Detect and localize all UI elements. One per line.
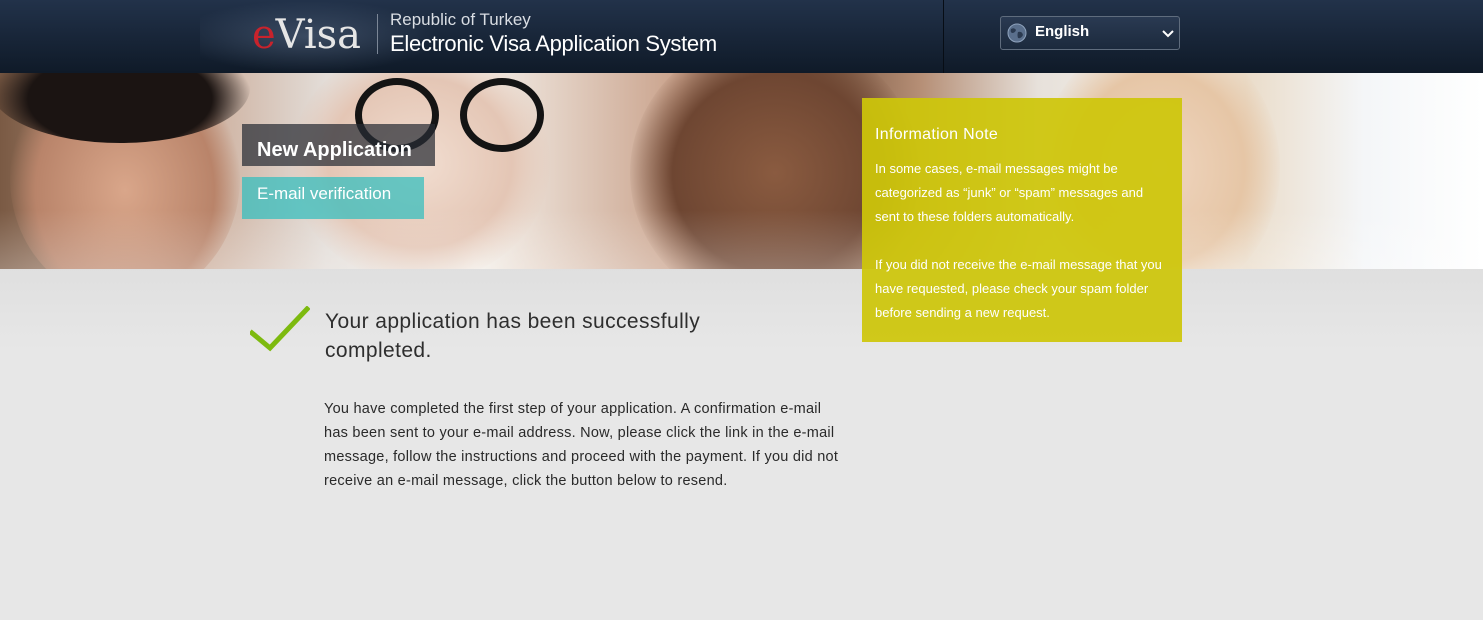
hero-banner: New Application E-mail verification: [0, 73, 1483, 269]
information-note-paragraph-2: If you did not receive the e-mail messag…: [875, 257, 1162, 320]
header-title: Electronic Visa Application System: [390, 31, 717, 56]
evisa-logo[interactable]: eVisa: [252, 10, 361, 60]
logo-separator: [377, 14, 378, 54]
success-message: Your application has been successfully c…: [325, 310, 701, 362]
header-subtitle: Republic of Turkey: [390, 10, 531, 29]
information-note: Information Note In some cases, e-mail m…: [862, 98, 1182, 342]
globe-icon: [1007, 23, 1027, 43]
language-label: English: [1035, 23, 1090, 40]
logo-e: e: [252, 12, 276, 58]
language-select[interactable]: English: [1000, 16, 1180, 50]
header-divider: [943, 0, 944, 73]
section-title: New Application: [242, 124, 435, 166]
chevron-down-icon: [1162, 30, 1174, 38]
logo-visa: Visa: [275, 12, 362, 58]
information-note-title: Information Note: [875, 126, 999, 143]
information-note-paragraph-1: In some cases, e-mail messages might be …: [875, 161, 1144, 224]
step-label: E-mail verification: [242, 177, 424, 219]
checkmark-icon: [250, 306, 310, 352]
confirmation-instructions: You have completed the first step of you…: [324, 401, 839, 489]
banner-fade: [0, 73, 1483, 269]
site-header: eVisa Republic of Turkey Electronic Visa…: [0, 0, 1483, 73]
